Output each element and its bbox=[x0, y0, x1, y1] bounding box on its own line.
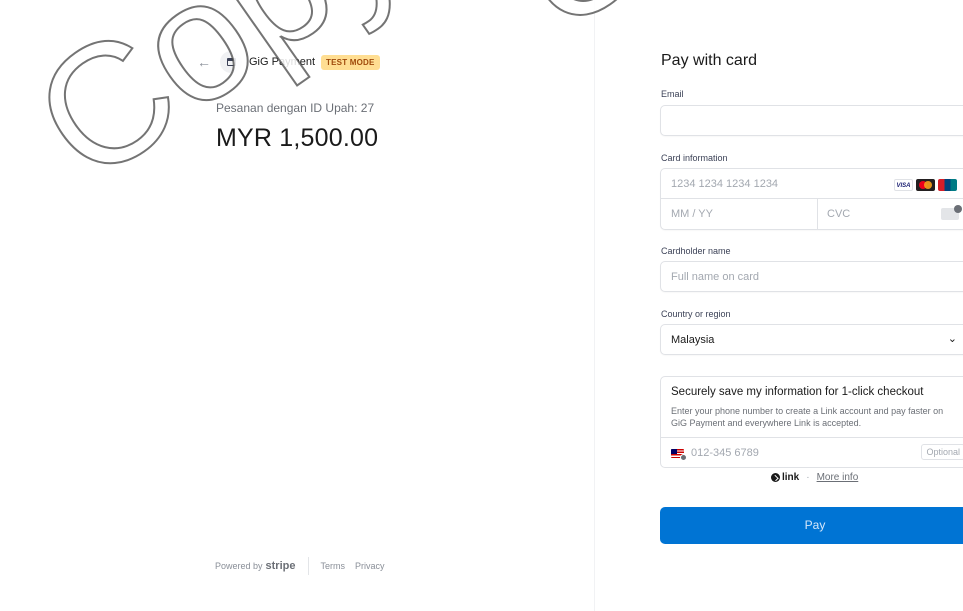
country-value: Malaysia bbox=[671, 334, 715, 346]
payment-form-panel: Pay with card Email Card information 123… bbox=[594, 0, 963, 611]
merchant-header: ← GiG Payment TEST MODE bbox=[196, 51, 380, 73]
email-label: Email bbox=[661, 89, 684, 99]
visa-icon: VISA bbox=[894, 179, 913, 191]
checkout-page: ← GiG Payment TEST MODE Pesanan dengan I… bbox=[0, 0, 963, 611]
expiry-field[interactable]: MM / YY bbox=[671, 208, 713, 220]
card-info-label: Card information bbox=[661, 153, 728, 163]
cvc-field[interactable]: CVC bbox=[827, 208, 850, 220]
order-amount: MYR 1,500.00 bbox=[216, 124, 379, 152]
store-icon bbox=[220, 51, 242, 73]
link-logo-text: link bbox=[782, 472, 800, 483]
test-mode-badge: TEST MODE bbox=[321, 54, 380, 70]
link-save-box: Securely save my information for 1-click… bbox=[660, 376, 963, 468]
cardholder-label: Cardholder name bbox=[661, 246, 731, 256]
field-divider bbox=[817, 199, 818, 230]
phone-placeholder: 012-345 6789 bbox=[691, 447, 759, 459]
form-title: Pay with card bbox=[661, 52, 758, 69]
cardholder-name-field[interactable]: Full name on card bbox=[660, 261, 963, 292]
link-branding: link · More info bbox=[771, 472, 858, 483]
cardholder-placeholder: Full name on card bbox=[671, 271, 760, 283]
country-label: Country or region bbox=[661, 309, 731, 319]
mastercard-icon bbox=[916, 179, 935, 191]
order-description: Pesanan dengan ID Upah: 27 bbox=[216, 101, 375, 115]
link-save-title: Securely save my information for 1-click… bbox=[671, 386, 924, 398]
link-arrow-icon bbox=[771, 473, 780, 482]
flag-dropdown-icon bbox=[680, 454, 687, 461]
terms-link[interactable]: Terms bbox=[321, 561, 346, 571]
footer-divider bbox=[307, 557, 309, 575]
phone-field[interactable]: 012-345 6789 Optional bbox=[661, 437, 963, 468]
more-info-link[interactable]: More info bbox=[817, 472, 859, 483]
card-number-field[interactable]: 1234 1234 1234 1234 VISA bbox=[661, 169, 963, 199]
card-expiry-cvc-row: MM / YY CVC bbox=[661, 199, 963, 230]
pay-button[interactable]: Pay bbox=[660, 507, 963, 544]
card-number-placeholder: 1234 1234 1234 1234 bbox=[671, 178, 779, 190]
privacy-link[interactable]: Privacy bbox=[355, 561, 385, 571]
card-brands: VISA bbox=[894, 179, 957, 191]
footer: Powered by stripe Terms Privacy bbox=[215, 557, 395, 575]
optional-badge: Optional bbox=[921, 444, 963, 460]
chevron-down-icon: ⌄ bbox=[947, 333, 957, 345]
card-info-group: 1234 1234 1234 1234 VISA MM / YY CVC bbox=[660, 168, 963, 230]
back-arrow-icon[interactable]: ← bbox=[196, 54, 212, 70]
separator-dot: · bbox=[806, 472, 810, 483]
merchant-name: GiG Payment bbox=[249, 56, 316, 68]
powered-by-text: Powered by bbox=[215, 561, 263, 571]
link-save-description: Enter your phone number to create a Link… bbox=[671, 406, 944, 428]
unionpay-icon bbox=[938, 179, 957, 191]
order-summary-panel: ← GiG Payment TEST MODE Pesanan dengan I… bbox=[0, 0, 594, 611]
cvc-card-icon bbox=[941, 205, 962, 220]
email-field[interactable] bbox=[660, 105, 963, 136]
country-select[interactable]: Malaysia ⌄ bbox=[660, 324, 963, 355]
stripe-logo[interactable]: stripe bbox=[266, 560, 296, 572]
link-logo: link bbox=[771, 472, 799, 483]
